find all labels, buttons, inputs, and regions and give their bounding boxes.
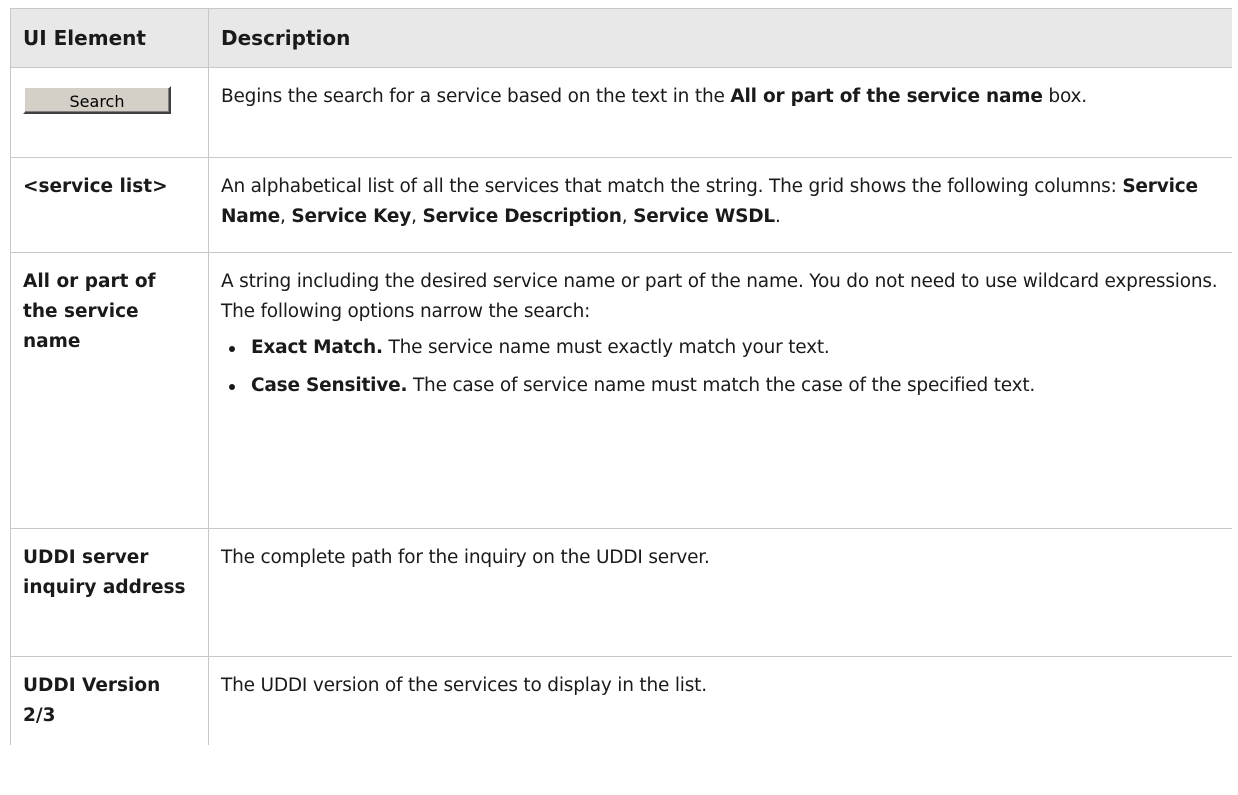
- description-cell: The UDDI version of the services to disp…: [208, 656, 1232, 745]
- separator: ,: [280, 206, 292, 227]
- element-cell: <service list>: [10, 157, 209, 253]
- column-name-service-description: Service Description: [422, 206, 622, 227]
- column-name-service-key: Service Key: [291, 206, 412, 227]
- description-text: Begins the search for a service based on…: [221, 86, 731, 107]
- options-list: Exact Match. The service name must exact…: [221, 333, 1220, 401]
- description-bold: All or part of the service name: [730, 86, 1043, 107]
- description-cell: The complete path for the inquiry on the…: [208, 528, 1232, 657]
- description-text: A string including the desired service n…: [221, 271, 1218, 292]
- table-row: All or part of the service name A string…: [10, 252, 1232, 529]
- option-text: The service name must exactly match your…: [382, 337, 830, 358]
- option-label: Case Sensitive.: [251, 375, 408, 396]
- separator: ,: [411, 206, 423, 227]
- option-label: Exact Match.: [251, 337, 383, 358]
- description-text: An alphabetical list of all the services…: [221, 176, 1123, 197]
- description-cell: Begins the search for a service based on…: [208, 67, 1232, 158]
- description-cell: An alphabetical list of all the services…: [208, 157, 1232, 253]
- element-cell: UDDI server inquiry address: [10, 528, 209, 657]
- column-name-service-wsdl: Service WSDL: [633, 206, 775, 227]
- search-button[interactable]: Search: [23, 86, 171, 114]
- table-header-row: UI Element Description: [10, 8, 1232, 68]
- table-row: UDDI Version 2/3 The UDDI version of the…: [10, 656, 1232, 745]
- list-item: Case Sensitive. The case of service name…: [229, 371, 1220, 401]
- description-text: box.: [1042, 86, 1087, 107]
- description-text: The following options narrow the search:: [221, 301, 591, 322]
- element-cell: Search: [10, 67, 209, 158]
- header-ui-element: UI Element: [10, 8, 209, 68]
- table-row: UDDI server inquiry address The complete…: [10, 528, 1232, 657]
- separator: ,: [621, 206, 634, 227]
- element-cell: All or part of the service name: [10, 252, 209, 529]
- table-row: Search Begins the search for a service b…: [10, 67, 1232, 158]
- description-cell: A string including the desired service n…: [208, 252, 1232, 529]
- period: .: [774, 206, 781, 227]
- list-item: Exact Match. The service name must exact…: [229, 333, 1220, 363]
- ui-elements-table: UI Element Description Search Begins the…: [10, 8, 1232, 745]
- table-row: <service list> An alphabetical list of a…: [10, 157, 1232, 253]
- header-description: Description: [208, 8, 1232, 68]
- option-text: The case of service name must match the …: [407, 375, 1036, 396]
- element-cell: UDDI Version 2/3: [10, 656, 209, 745]
